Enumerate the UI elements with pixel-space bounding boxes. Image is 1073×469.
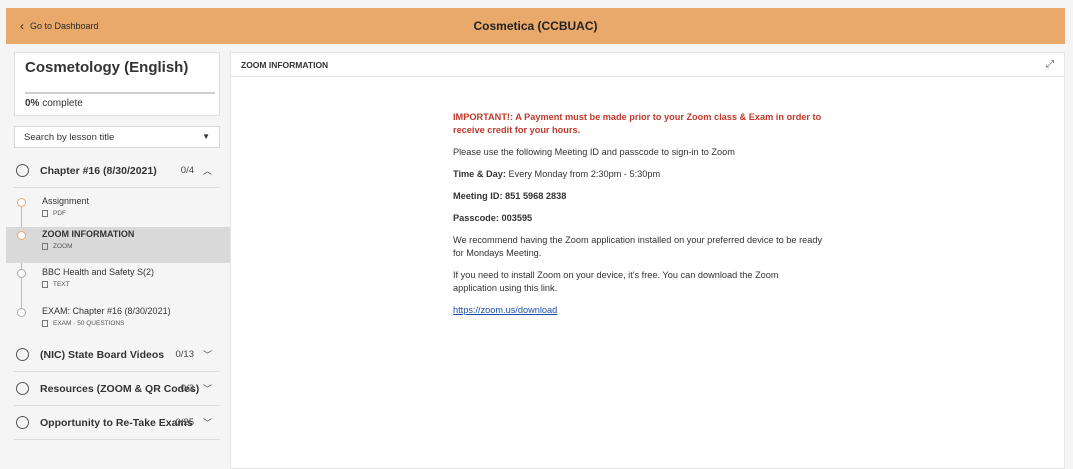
chevron-down-icon[interactable]: ﹀ xyxy=(203,416,212,429)
completion-circle-icon xyxy=(16,416,29,429)
chapter-count: 0/13 xyxy=(175,349,195,360)
lesson-search-select[interactable]: Search by lesson title ▼ xyxy=(14,126,220,148)
lesson-type: PDF xyxy=(42,210,66,217)
course-title: Cosmetica (CCBUAC) xyxy=(473,19,598,33)
chapter-row[interactable]: Opportunity to Re-Take Exams 0/25 ﹀ xyxy=(14,406,220,440)
lesson-type-label: ZOOM xyxy=(53,243,73,250)
chapter-count: 0/4 xyxy=(180,165,194,176)
document-icon xyxy=(42,210,48,217)
lesson-type: ZOOM xyxy=(42,243,73,250)
lesson-type-label: TEXT xyxy=(53,281,70,288)
chapter-row[interactable]: Resources (ZOOM & QR Codes) 0/2 ﹀ xyxy=(14,372,220,406)
chapter-count: 0/25 xyxy=(175,417,195,428)
completion-circle-icon xyxy=(16,382,29,395)
document-icon xyxy=(42,243,48,250)
lesson-status-dot-icon xyxy=(17,198,26,207)
course-name: Cosmetology (English) xyxy=(25,59,189,76)
meeting-id-text: Meeting ID: 851 5968 2838 xyxy=(453,191,567,201)
main-header: ZOOM INFORMATION ⤢ xyxy=(231,53,1064,77)
chapter-count: 0/2 xyxy=(180,383,194,394)
lesson-type-label: EXAM · 50 QUESTIONS xyxy=(53,320,125,327)
search-select-value: Search by lesson title xyxy=(24,131,115,143)
chevron-down-icon[interactable]: ﹀ xyxy=(203,348,212,361)
expand-icon[interactable]: ⤢ xyxy=(1046,59,1054,70)
sidebar: Cosmetology (English) 0% complete Search… xyxy=(6,52,230,469)
progress-text: 0% complete xyxy=(25,98,83,109)
install-text: If you need to install Zoom on your devi… xyxy=(453,270,779,293)
main-panel: ZOOM INFORMATION ⤢ IMPORTANT!: A Payment… xyxy=(230,52,1065,469)
section-title: ZOOM INFORMATION xyxy=(241,60,329,70)
time-day-text: Time & Day: Every Monday from 2:30pm - 5… xyxy=(453,168,823,181)
lesson-item-active[interactable]: ZOOM INFORMATION ZOOM xyxy=(6,227,230,263)
lesson-content: IMPORTANT!: A Payment must be made prior… xyxy=(453,111,823,326)
lesson-type: TEXT xyxy=(42,281,70,288)
lesson-status-dot-icon xyxy=(17,231,26,240)
course-card: Cosmetology (English) 0% complete xyxy=(14,52,220,116)
top-bar: ‹ Go to Dashboard Cosmetica (CCBUAC) xyxy=(6,8,1065,44)
lesson-item[interactable]: BBC Health and Safety S(2) TEXT xyxy=(6,265,230,301)
lesson-item[interactable]: EXAM: Chapter #16 (8/30/2021) EXAM · 50 … xyxy=(6,304,230,340)
recommend-text: We recommend having the Zoom application… xyxy=(453,235,823,258)
completion-circle-icon xyxy=(16,164,29,177)
chapter-title: (NIC) State Board Videos xyxy=(40,348,165,361)
lesson-item[interactable]: Assignment PDF xyxy=(6,194,230,230)
passcode-text: Passcode: 003595 xyxy=(453,213,533,223)
chevron-down-icon[interactable]: ﹀ xyxy=(203,382,212,395)
meeting-id: Meeting ID: 851 5968 2838 xyxy=(453,190,823,203)
lesson-title: EXAM: Chapter #16 (8/30/2021) xyxy=(42,306,171,316)
lesson-type-label: PDF xyxy=(53,210,66,217)
chapter-row[interactable]: (NIC) State Board Videos 0/13 ﹀ xyxy=(14,338,220,372)
progress-suffix: complete xyxy=(42,98,83,109)
passcode: Passcode: 003595 xyxy=(453,212,823,225)
chapter-row[interactable]: Chapter #16 (8/30/2021) 0/4 ︿ xyxy=(14,154,220,188)
document-icon xyxy=(42,281,48,288)
time-label: Time & Day: xyxy=(453,169,506,179)
instructions-text: Please use the following Meeting ID and … xyxy=(453,147,735,157)
chapter-title: Opportunity to Re-Take Exams xyxy=(40,416,193,429)
chapter-title: Resources (ZOOM & QR Codes) xyxy=(40,382,200,395)
progress-bar xyxy=(25,92,215,94)
lesson-status-dot-icon xyxy=(17,269,26,278)
completion-circle-icon xyxy=(16,348,29,361)
chapter-title: Chapter #16 (8/30/2021) xyxy=(40,164,157,177)
time-value: Every Monday from 2:30pm - 5:30pm xyxy=(508,169,661,179)
chevron-up-icon[interactable]: ︿ xyxy=(203,164,212,177)
important-notice: IMPORTANT!: A Payment must be made prior… xyxy=(453,112,822,135)
lesson-title: ZOOM INFORMATION xyxy=(42,229,135,239)
document-icon xyxy=(42,320,48,327)
lesson-status-dot-icon xyxy=(17,308,26,317)
zoom-download-link[interactable]: https://zoom.us/download xyxy=(453,305,557,315)
lesson-title: Assignment xyxy=(42,196,90,206)
lesson-type: EXAM · 50 QUESTIONS xyxy=(42,320,125,327)
progress-percent: 0% xyxy=(25,98,40,109)
lesson-title: BBC Health and Safety S(2) xyxy=(42,267,155,277)
dropdown-caret-icon: ▼ xyxy=(202,132,210,141)
